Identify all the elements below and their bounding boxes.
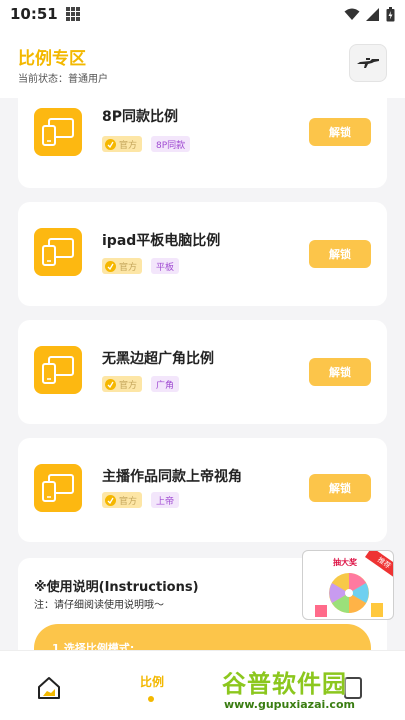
user-status-label: 当前状态： bbox=[18, 74, 68, 85]
watermark-url: www.gupuxiazai.com bbox=[224, 698, 355, 711]
official-tag: 官方 bbox=[102, 136, 143, 152]
grid-icon bbox=[65, 7, 80, 21]
ratio-card-8p: 8P同款比例 官方 8P同款 解锁 bbox=[18, 98, 387, 188]
unlock-button[interactable]: 解锁 bbox=[309, 240, 371, 268]
tab-home[interactable] bbox=[36, 675, 62, 701]
user-status-value: 普通用户 bbox=[68, 74, 108, 85]
active-tab-indicator bbox=[148, 696, 154, 702]
prize-wheel-icon bbox=[315, 573, 383, 617]
status-time: 10:51 bbox=[10, 5, 58, 23]
page-title: 比例专区 bbox=[18, 49, 86, 69]
ratio-card-god-view: 主播作品同款上帝视角 官方 上帝 解锁 bbox=[18, 438, 387, 542]
unlock-button[interactable]: 解锁 bbox=[309, 358, 371, 386]
ratio-card-wide: 无黑边超广角比例 官方 广角 解锁 bbox=[18, 320, 387, 424]
unlock-button[interactable]: 解锁 bbox=[309, 118, 371, 146]
instructions-note: 注：请仔细阅读使用说明哦～ bbox=[34, 600, 164, 611]
prize-draw-promo[interactable]: 抽大奖 推荐 bbox=[302, 550, 394, 620]
kind-tag: 平板 bbox=[151, 258, 180, 274]
promo-title: 抽大奖 bbox=[333, 558, 357, 567]
user-status: 当前状态：普通用户 bbox=[18, 70, 108, 85]
watermark: 谷普软件园 www.gupuxiazai.com bbox=[222, 664, 402, 718]
watermark-logo: 谷普软件园 bbox=[222, 670, 347, 698]
card-title: 8P同款比例 bbox=[102, 109, 179, 125]
step-label: 1.选择比例模式: bbox=[52, 642, 135, 650]
unlock-button[interactable]: 解锁 bbox=[309, 474, 371, 502]
instructions-title: ※使用说明(Instructions) bbox=[34, 580, 199, 595]
official-badge-icon bbox=[105, 378, 116, 390]
devices-icon bbox=[34, 108, 82, 156]
official-tag: 官方 bbox=[102, 492, 143, 508]
instructions-step: 1.选择比例模式: bbox=[34, 624, 371, 650]
weapon-settings-button[interactable] bbox=[349, 44, 387, 82]
kind-tag: 广角 bbox=[151, 376, 180, 392]
card-title: 主播作品同款上帝视角 bbox=[102, 469, 242, 485]
official-tag: 官方 bbox=[102, 376, 143, 392]
rifle-icon bbox=[357, 58, 379, 68]
page-header: 比例专区 当前状态：普通用户 bbox=[0, 28, 405, 98]
home-icon bbox=[38, 677, 60, 699]
official-badge-icon bbox=[105, 494, 116, 506]
tab-ratio[interactable]: 比例 bbox=[132, 673, 172, 690]
kind-tag: 上帝 bbox=[151, 492, 180, 508]
kind-tag: 8P同款 bbox=[151, 136, 191, 152]
official-badge-icon bbox=[105, 260, 116, 272]
official-badge-icon bbox=[105, 138, 116, 150]
ratio-card-ipad: ipad平板电脑比例 官方 平板 解锁 bbox=[18, 202, 387, 306]
battery-icon bbox=[386, 6, 395, 21]
status-icons bbox=[344, 6, 395, 22]
card-title: 无黑边超广角比例 bbox=[102, 351, 214, 367]
card-title: ipad平板电脑比例 bbox=[102, 233, 221, 249]
devices-icon bbox=[34, 346, 82, 394]
status-bar: 10:51 bbox=[0, 0, 405, 28]
devices-icon bbox=[34, 228, 82, 276]
wifi-icon bbox=[344, 8, 360, 20]
devices-icon bbox=[34, 464, 82, 512]
official-tag: 官方 bbox=[102, 258, 143, 274]
signal-icon bbox=[366, 7, 379, 21]
